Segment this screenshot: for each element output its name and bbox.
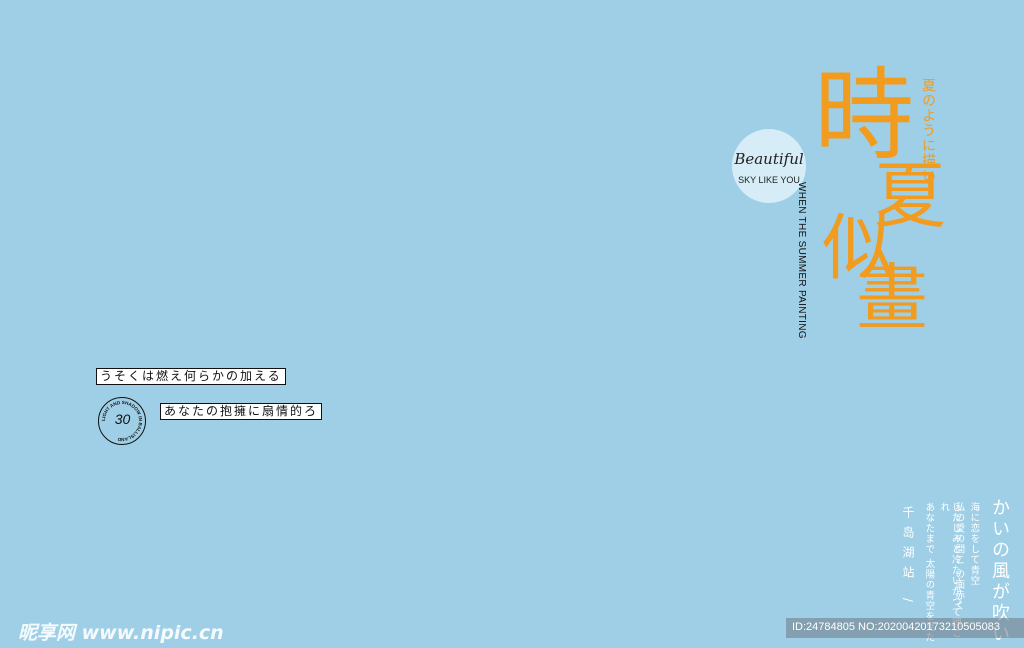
- station-label: 千岛湖站 /: [901, 506, 915, 610]
- id-text: ID:24784805 NO:20200420173210505083: [792, 621, 1000, 633]
- watermark-logo: 昵享网 www.nipic.cn: [18, 622, 224, 644]
- subtitle-vertical: 夏のように描い: [920, 78, 936, 183]
- vertical-english-text: WHEN THE SUMMER PAINTING: [796, 182, 807, 339]
- title-char-4: 畫: [856, 256, 929, 340]
- stamp-number: 30: [114, 411, 131, 427]
- title-char-1: 時: [814, 57, 914, 174]
- circle-caption: SKY LIKE YOU: [738, 175, 800, 185]
- circle-script-text: Beautiful: [734, 150, 804, 168]
- poem-line-1: 海に恋をして青空: [968, 502, 980, 586]
- boxed-text-2: あなたの抱擁に扇情的ろ: [160, 403, 323, 420]
- boxed-text-1: うそくは燃え何らかの加える: [96, 368, 286, 385]
